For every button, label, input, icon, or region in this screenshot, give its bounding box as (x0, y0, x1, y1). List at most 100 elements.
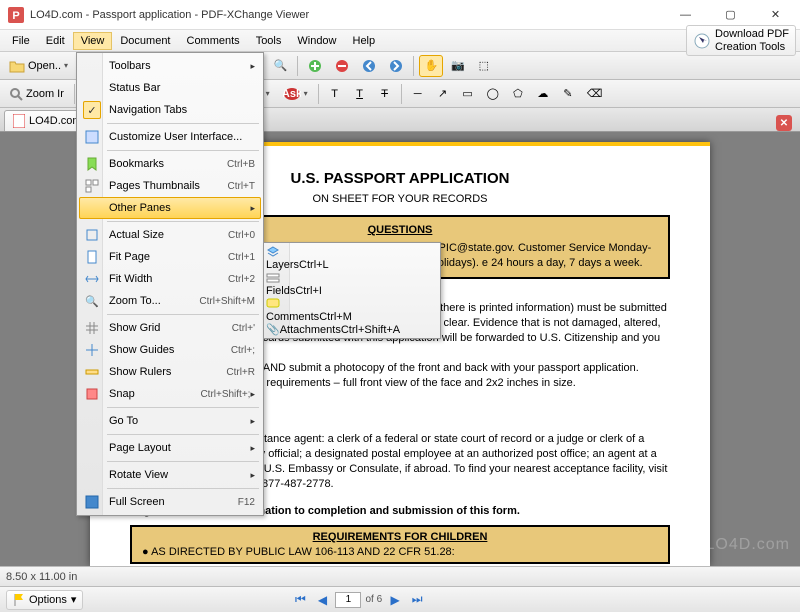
snap-icon (81, 387, 103, 401)
erase-tool[interactable]: ⌫ (582, 83, 608, 105)
remove-button[interactable] (330, 55, 354, 77)
menu-rotate-view[interactable]: Rotate View▸ (79, 464, 261, 486)
oval-tool[interactable]: ◯ (482, 83, 504, 105)
window-title: LO4D.com - Passport application - PDF-XC… (30, 9, 663, 21)
menu-edit[interactable]: Edit (38, 32, 73, 50)
poly-icon: ⬠ (513, 87, 523, 100)
line-tool[interactable]: ─ (407, 83, 429, 105)
fullscreen-icon (81, 495, 103, 509)
menu-window[interactable]: Window (289, 32, 344, 50)
menu-fit-width[interactable]: Fit WidthCtrl+2 (79, 268, 261, 290)
text-icon: T (331, 88, 338, 100)
menu-file[interactable]: File (4, 32, 38, 50)
close-button[interactable]: ✕ (753, 1, 798, 29)
arrow-tool[interactable]: ↗ (432, 83, 454, 105)
menu-goto[interactable]: Go To▸ (79, 410, 261, 432)
svg-text:P: P (12, 10, 19, 22)
menu-navtabs[interactable]: ✓Navigation Tabs (79, 99, 261, 121)
menu-full-screen[interactable]: Full ScreenF12 (79, 491, 261, 513)
options-button[interactable]: Options▾ (6, 590, 83, 610)
oval-icon: ◯ (487, 87, 499, 100)
cursor-icon (693, 32, 711, 50)
pdf-icon (13, 114, 25, 128)
line-icon: ─ (414, 88, 422, 100)
menu-show-guides[interactable]: Show GuidesCtrl+; (79, 339, 261, 361)
menu-fit-page[interactable]: Fit PageCtrl+1 (79, 246, 261, 268)
comment-icon (266, 297, 438, 311)
requirements-body: ● AS DIRECTED BY PUBLIC LAW 106-113 AND … (142, 546, 658, 558)
zoom-in-button[interactable]: Zoom Ir (4, 83, 69, 105)
menu-toolbars[interactable]: Toolbars▸ (79, 55, 261, 77)
open-button[interactable]: Open..▾ (4, 55, 73, 77)
grid-icon (81, 321, 103, 335)
select-icon: ⬚ (479, 59, 489, 72)
download-pdf-tools-button[interactable]: Download PDFCreation Tools (686, 25, 796, 55)
first-page-button[interactable]: ⏮ (291, 591, 309, 609)
status-bar: 8.50 x 11.00 in (0, 566, 800, 586)
strike-icon: T (381, 88, 388, 100)
cloud-tool[interactable]: ☁ (532, 83, 554, 105)
layers-icon (266, 245, 438, 259)
underline-icon: T (356, 88, 363, 100)
menu-comments[interactable]: Comments (179, 32, 248, 50)
eraser-icon: ⌫ (587, 87, 603, 100)
navigation-bar: Options▾ ⏮ ◀ of 6 ▶ ⏭ (0, 586, 800, 612)
maximize-button[interactable]: ▢ (708, 1, 753, 29)
page-number-input[interactable] (335, 592, 361, 608)
submenu-fields[interactable]: FieldsCtrl+I (266, 271, 438, 297)
menu-show-rulers[interactable]: Show RulersCtrl+R (79, 361, 261, 383)
ruler-icon (81, 365, 103, 379)
hand-tool[interactable]: ✋ (419, 55, 443, 77)
guides-icon (81, 343, 103, 357)
bookmark-icon (81, 157, 103, 171)
menu-document[interactable]: Document (112, 32, 178, 50)
menu-other-panes[interactable]: Other Panes▸ (79, 197, 261, 219)
poly-tool[interactable]: ⬠ (507, 83, 529, 105)
ask-button[interactable]: Ask▾ (278, 83, 313, 105)
menu-bookmarks[interactable]: BookmarksCtrl+B (79, 153, 261, 175)
submenu-layers[interactable]: LayersCtrl+L (266, 245, 438, 271)
camera-icon: 📷 (451, 59, 465, 72)
text-tool[interactable]: T (324, 83, 346, 105)
submenu-comments[interactable]: CommentsCtrl+M (266, 297, 438, 323)
menu-page-layout[interactable]: Page Layout▸ (79, 437, 261, 459)
page-dimensions: 8.50 x 11.00 in (6, 571, 77, 583)
search-button[interactable]: 🔍 (269, 55, 293, 77)
menu-statusbar[interactable]: Status Bar (79, 77, 261, 99)
menu-actual-size[interactable]: Actual SizeCtrl+0 (79, 224, 261, 246)
menu-customize[interactable]: Customize User Interface... (79, 126, 261, 148)
menu-tools[interactable]: Tools (248, 32, 290, 50)
last-page-button[interactable]: ⏭ (408, 591, 426, 609)
underline-tool[interactable]: T (349, 83, 371, 105)
strike-tool[interactable]: T (374, 83, 396, 105)
menu-help[interactable]: Help (345, 32, 384, 50)
requirements-box: REQUIREMENTS FOR CHILDREN ● AS DIRECTED … (130, 525, 670, 564)
add-button[interactable] (303, 55, 327, 77)
app-icon: P (8, 7, 24, 23)
select-tool[interactable]: ⬚ (473, 55, 495, 77)
submenu-attachments[interactable]: 📎AttachmentsCtrl+Shift+A (266, 323, 438, 336)
minimize-button[interactable]: — (663, 1, 708, 29)
arrow-right-icon (389, 59, 403, 73)
nav-back-button[interactable] (357, 55, 381, 77)
menu-view[interactable]: View (73, 32, 113, 50)
snapshot-tool[interactable]: 📷 (446, 55, 470, 77)
next-page-button[interactable]: ▶ (386, 591, 404, 609)
folder-open-icon (9, 59, 25, 73)
menu-thumbnails[interactable]: Pages ThumbnailsCtrl+T (79, 175, 261, 197)
nav-fwd-button[interactable] (384, 55, 408, 77)
tab-close-button[interactable]: ✕ (776, 115, 792, 131)
page-count: of 6 (365, 594, 382, 605)
prev-page-button[interactable]: ◀ (313, 591, 331, 609)
cloud-icon: ☁ (537, 87, 548, 100)
menu-zoom-to[interactable]: 🔍Zoom To...Ctrl+Shift+M (79, 290, 261, 312)
menu-show-grid[interactable]: Show GridCtrl+' (79, 317, 261, 339)
arrow2-icon: ↗ (438, 87, 447, 100)
pencil-tool[interactable]: ✎ (557, 83, 579, 105)
pencil-icon: ✎ (563, 87, 572, 100)
customize-icon (81, 130, 103, 144)
flag-icon (13, 593, 25, 607)
rect-tool[interactable]: ▭ (457, 83, 479, 105)
thumbnails-icon (81, 179, 103, 193)
menu-snap[interactable]: SnapCtrl+Shift+;▸ (79, 383, 261, 405)
